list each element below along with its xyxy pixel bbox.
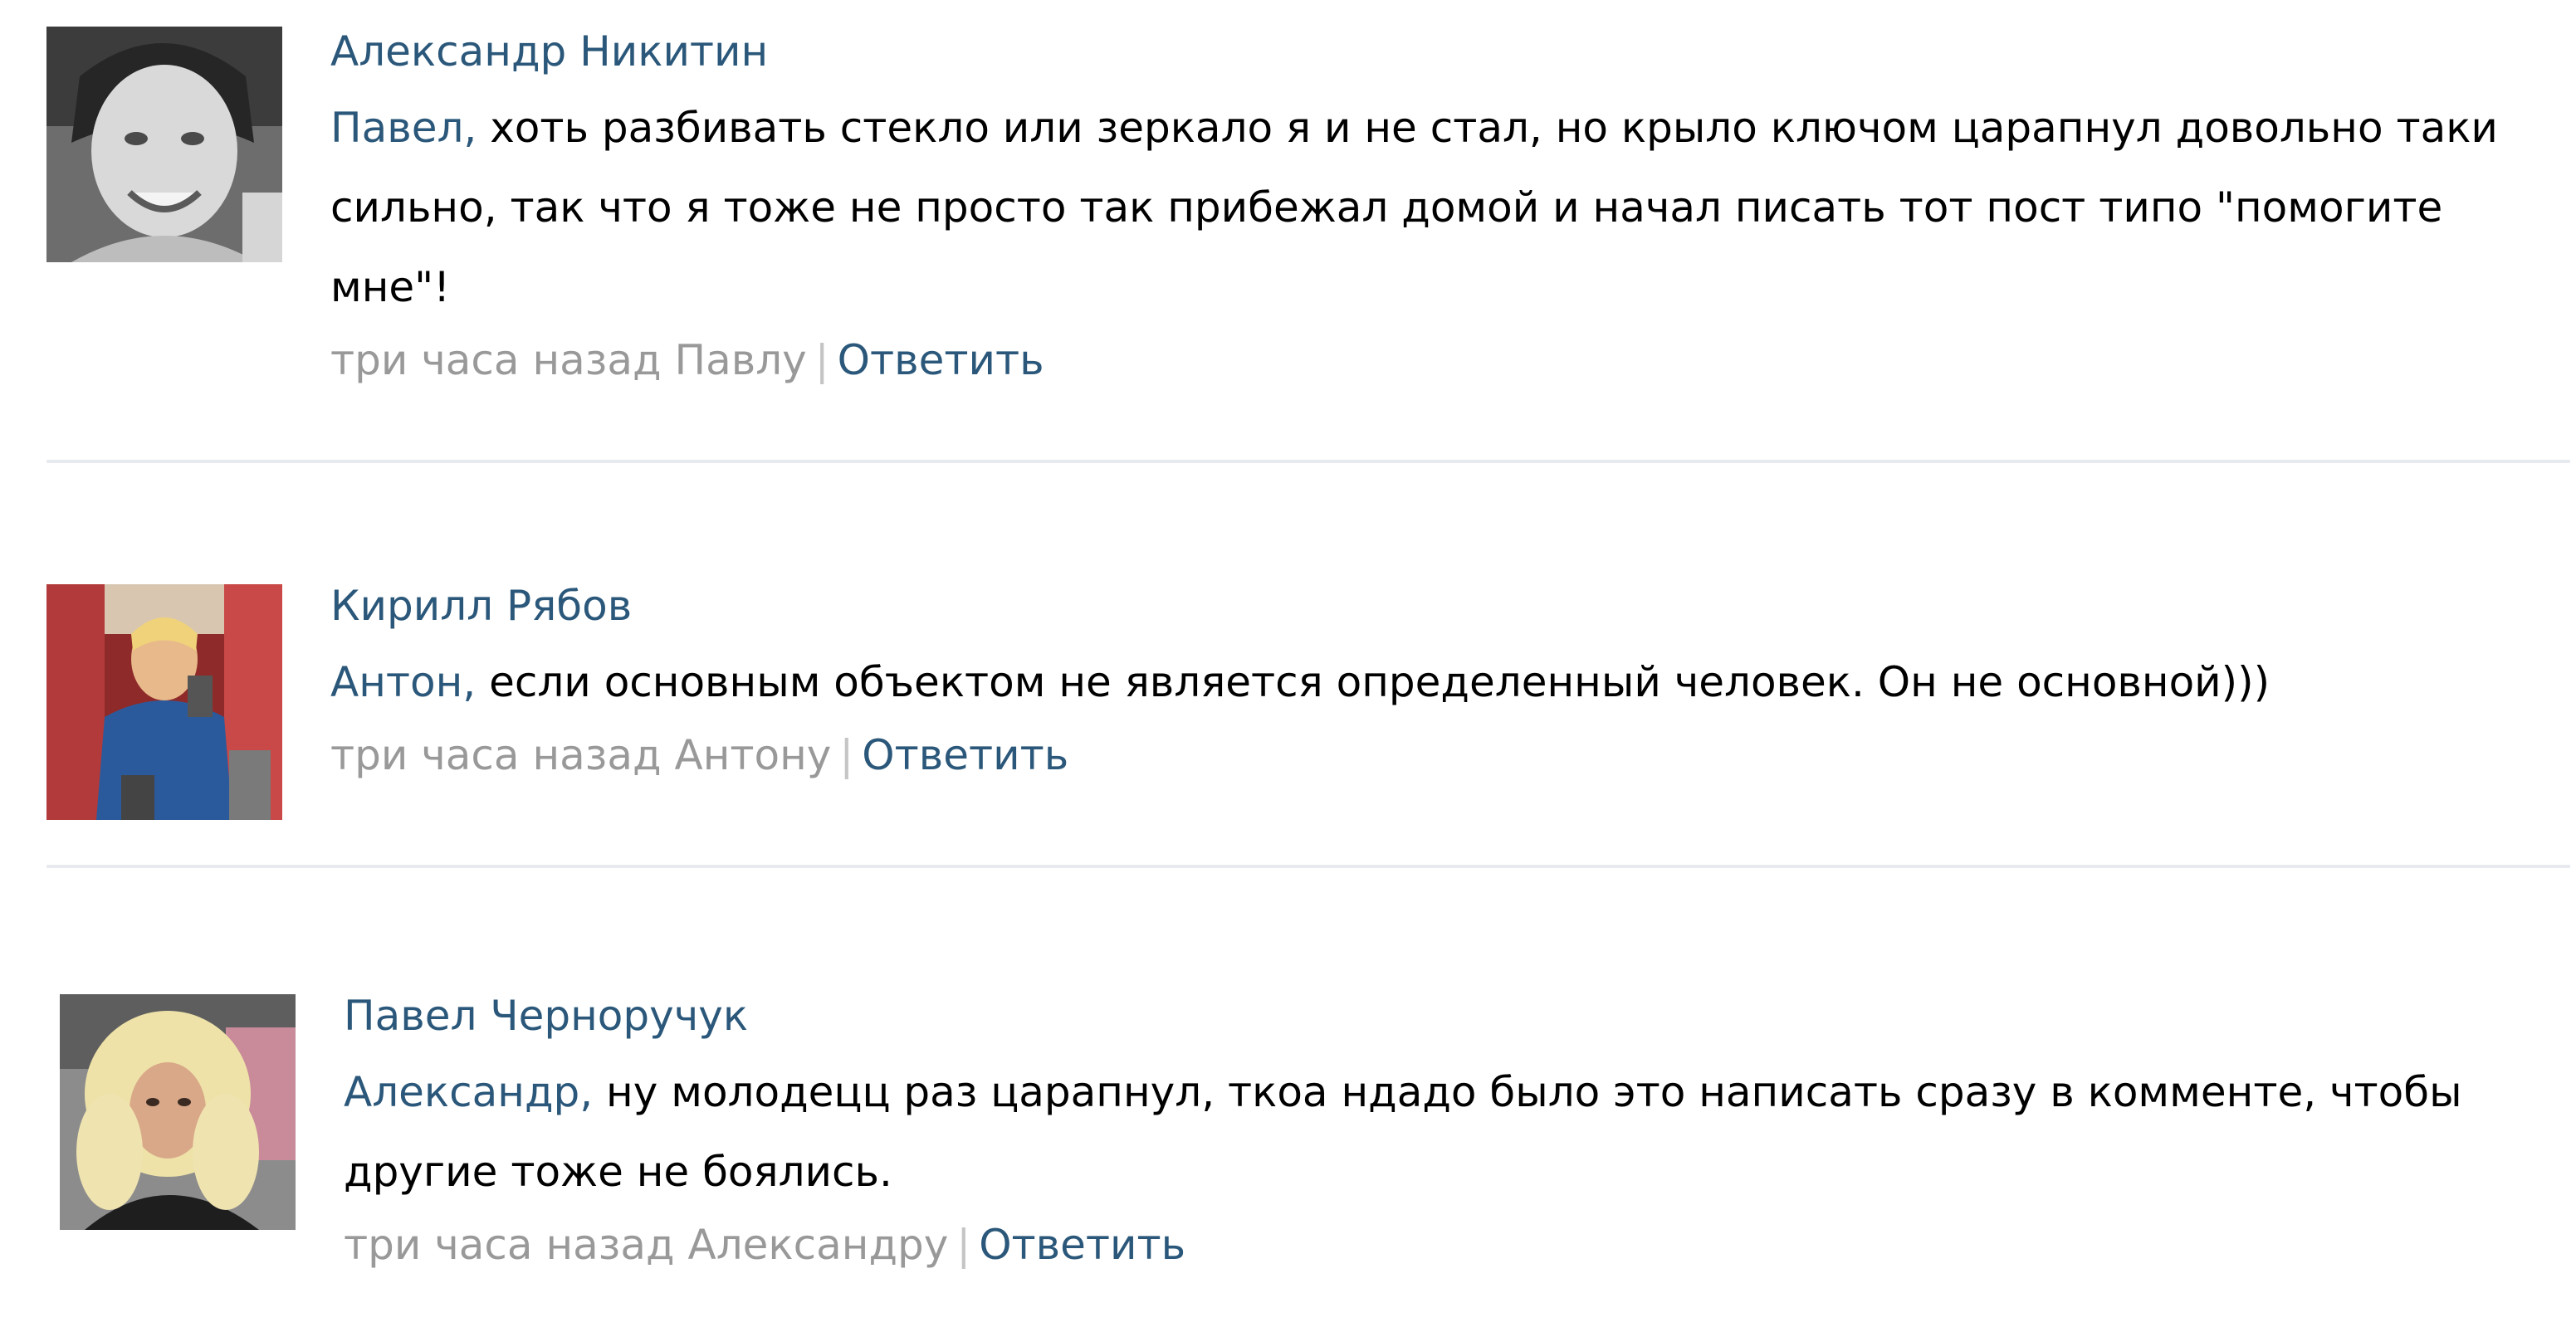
comment-reply-to[interactable]: Павлу [675, 336, 807, 384]
comment-addressee[interactable]: Павел, [330, 104, 477, 152]
comment-addressee[interactable]: Александр, [344, 1068, 593, 1116]
comment-author[interactable]: Александр Никитин [330, 27, 2564, 76]
avatar[interactable] [46, 584, 282, 820]
comment-text: Павел, хоть разбивать стекло или зеркало… [330, 88, 2564, 327]
comment-author[interactable]: Кирилл Рябов [330, 581, 2564, 631]
user-photo-avatar-icon [46, 584, 282, 820]
meta-separator: | [814, 336, 829, 384]
meta-separator: | [956, 1221, 971, 1269]
comment-time[interactable]: три часа назад [330, 336, 662, 384]
reply-button[interactable]: Ответить [862, 731, 1068, 779]
comment-body: хоть разбивать стекло или зеркало я и не… [330, 104, 2498, 311]
comment-reply-to[interactable]: Антону [675, 731, 832, 779]
comment-body: если основным объектом не является опред… [476, 658, 2270, 706]
comment-time[interactable]: три часа назад [330, 731, 662, 779]
comment-meta: три часа назад Павлу | Ответить [330, 335, 2564, 385]
avatar[interactable] [60, 994, 296, 1230]
comment-divider [46, 865, 2570, 868]
comment-author[interactable]: Павел Черноручук [344, 991, 2564, 1041]
comment-reply-to[interactable]: Александру [688, 1221, 949, 1269]
comment-body: ну молодецц раз царапнул, ткоа ндадо был… [344, 1068, 2462, 1196]
user-photo-avatar-icon [60, 994, 296, 1230]
comment-divider [46, 460, 2570, 463]
comment-meta: три часа назад Антону | Ответить [330, 730, 2564, 780]
comment-text: Антон, если основным объектом не являетс… [330, 642, 2564, 722]
comment-addressee[interactable]: Антон, [330, 658, 476, 706]
avatar[interactable] [46, 27, 282, 262]
comment-text: Александр, ну молодецц раз царапнул, тко… [344, 1052, 2564, 1212]
meta-separator: | [839, 731, 854, 779]
reply-button[interactable]: Ответить [979, 1221, 1185, 1269]
comment-time[interactable]: три часа назад [344, 1221, 675, 1269]
reply-button[interactable]: Ответить [838, 336, 1044, 384]
comments-feed: Александр Никитин Павел, хоть разбивать … [0, 0, 2576, 1327]
comment-meta: три часа назад Александру | Ответить [344, 1220, 2564, 1270]
user-photo-avatar-icon [46, 27, 282, 262]
